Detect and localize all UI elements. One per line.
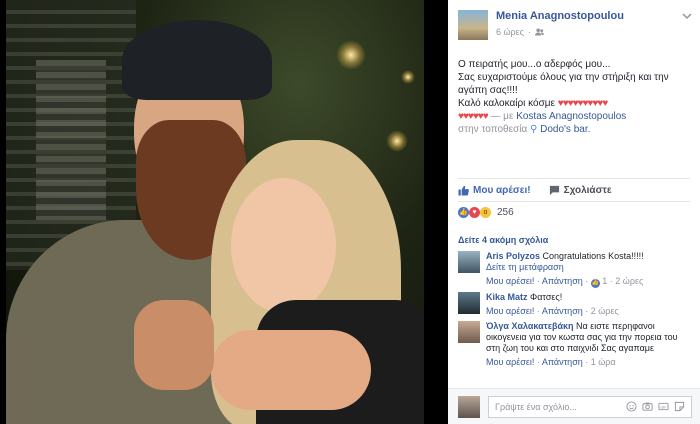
post-photo[interactable] [6, 0, 424, 424]
comment-input-placeholder: Γράψτε ένα σχόλιο... [495, 401, 577, 412]
composer-icons: GIF [626, 401, 685, 412]
commenter-name[interactable]: Kika Matz [486, 292, 528, 302]
gif-icon[interactable]: GIF [658, 401, 669, 412]
comment-item: Kika Matz Φατσες! Μου αρέσει! · Απάντηση… [458, 292, 690, 317]
comment-item: Όλγα Χαλακατεβάκη Να ειστε περηφανοι οικ… [458, 321, 690, 368]
comment-like-count[interactable]: 1 [602, 276, 607, 286]
comment-text: Φατσες! [530, 292, 563, 302]
comment-body: Aris Polyzos Congratulations Kosta!!!!! … [486, 251, 644, 288]
comment-composer: Γράψτε ένα σχόλιο... GIF [448, 388, 700, 424]
view-more-comments-link[interactable]: Δείτε 4 ακόμη σχόλια [458, 235, 548, 245]
like-button[interactable]: Μου αρέσει! [458, 185, 531, 196]
comment-button[interactable]: Σχολιάστε [549, 185, 612, 196]
thumbs-up-icon [458, 185, 469, 196]
svg-text:GIF: GIF [660, 405, 667, 409]
comment-meta: Μου αρέσει! · Απάντηση · 1 ώρα [486, 357, 616, 367]
photo-light [401, 70, 415, 84]
post-time-row: 6 ώρες · [496, 27, 624, 37]
comments-list: Aris Polyzos Congratulations Kosta!!!!! … [458, 251, 690, 372]
hearts-emoji: ♥♥♥♥♥♥ [458, 111, 489, 122]
photo-shutter-detail [36, 60, 106, 220]
post-header: Menia Anagnostopoulou 6 ώρες · [448, 0, 700, 52]
photo-arm [211, 330, 371, 410]
post-side-panel: Menia Anagnostopoulou 6 ώρες · Ο πειρατή… [448, 0, 700, 424]
post-line-1: Ο πειρατής μου...ο αδερφός μου... [458, 59, 611, 70]
comment-like-link[interactable]: Μου αρέσει! [486, 306, 534, 316]
comment-time[interactable]: 1 ώρα [591, 357, 616, 367]
location-pin-icon: ⚲ [530, 124, 538, 135]
post-actions: Μου αρέσει! Σχολιάστε [458, 178, 690, 202]
reaction-count: 256 [497, 207, 514, 218]
commenter-avatar[interactable] [458, 292, 480, 314]
viewer-avatar [458, 395, 480, 418]
wow-reaction-icon: o [480, 207, 491, 218]
comment-label: Σχολιάστε [563, 184, 612, 196]
camera-icon[interactable] [642, 401, 653, 412]
comment-meta: Μου αρέσει! · Απάντηση · 2 ώρες [486, 306, 619, 316]
commenter-name[interactable]: Aris Polyzos [486, 251, 540, 261]
see-translation-link[interactable]: Δείτε τη μετάφραση [486, 262, 644, 273]
comment-time[interactable]: 2 ώρες [591, 306, 619, 316]
commenter-avatar[interactable] [458, 321, 480, 343]
with-text: — με [490, 111, 514, 122]
tagged-person-link[interactable]: Kostas Anagnostopoulos [516, 111, 626, 122]
comment-text: Congratulations Kosta!!!!! [542, 251, 644, 261]
photo-thumb [134, 300, 214, 390]
reactions-summary[interactable]: 👍 ♥ o 256 [458, 207, 514, 218]
chevron-down-icon[interactable] [682, 12, 692, 20]
post-text: Ο πειρατής μου...ο αδερφός μου... Σας ευ… [448, 52, 700, 142]
comment-bubble-icon [549, 185, 559, 195]
photo-light [386, 130, 408, 152]
comment-time[interactable]: 2 ώρες [615, 276, 643, 286]
post-line-3-text: Καλό καλοκαίρι κόσμε [458, 98, 555, 109]
photo-man-cap [122, 20, 272, 100]
audience-friends-icon[interactable] [535, 28, 544, 36]
like-label: Μου αρέσει! [473, 184, 531, 196]
photo-light [336, 40, 366, 70]
comment-like-link[interactable]: Μου αρέσει! [486, 357, 534, 367]
place-link[interactable]: Dodo's bar. [540, 124, 590, 135]
comment-reply-link[interactable]: Απάντηση [542, 306, 583, 316]
author-name[interactable]: Menia Anagnostopoulou [496, 10, 624, 22]
post-line-4: ♥♥♥♥♥♥ — με Kostas Anagnostopoulos [458, 110, 690, 123]
hearts-emoji: ♥♥♥♥♥♥♥♥♥♥ [557, 98, 608, 109]
photo-viewer: Menia Anagnostopoulou 6 ώρες · Ο πειρατή… [0, 0, 700, 424]
comment-meta: Μου αρέσει! · Απάντηση · 👍 1 · 2 ώρες [486, 276, 644, 288]
comment-reply-link[interactable]: Απάντηση [542, 357, 583, 367]
comment-input[interactable]: Γράψτε ένα σχόλιο... GIF [488, 395, 692, 418]
author-avatar[interactable] [458, 10, 488, 40]
comment-item: Aris Polyzos Congratulations Kosta!!!!! … [458, 251, 690, 288]
commenter-avatar[interactable] [458, 251, 480, 273]
post-meta: Menia Anagnostopoulou 6 ώρες · [496, 10, 624, 52]
emoji-icon[interactable] [626, 401, 637, 412]
post-line-5: στην τοποθεσία ⚲ Dodo's bar. [458, 123, 690, 136]
comment-reply-link[interactable]: Απάντηση [542, 276, 583, 286]
sticker-icon[interactable] [674, 401, 685, 412]
post-line-2: Σας ευχαριστούμε όλους για την στήριξη κ… [458, 72, 669, 96]
photo-pane [0, 0, 448, 424]
photo-woman-face [231, 178, 336, 313]
commenter-name[interactable]: Όλγα Χαλακατεβάκη [486, 321, 574, 331]
comment-body: Όλγα Χαλακατεβάκη Να ειστε περηφανοι οικ… [486, 321, 690, 368]
comment-body: Kika Matz Φατσες! Μου αρέσει! · Απάντηση… [486, 292, 619, 317]
love-reaction-icon: ♥ [469, 207, 480, 218]
like-reaction-icon: 👍 [458, 207, 469, 218]
at-text: στην τοποθεσία [458, 124, 528, 135]
comment-like-link[interactable]: Μου αρέσει! [486, 276, 534, 286]
like-badge-icon: 👍 [590, 279, 600, 288]
post-line-3: Καλό καλοκαίρι κόσμε ♥♥♥♥♥♥♥♥♥♥ [458, 97, 690, 110]
post-time[interactable]: 6 ώρες [496, 27, 524, 37]
